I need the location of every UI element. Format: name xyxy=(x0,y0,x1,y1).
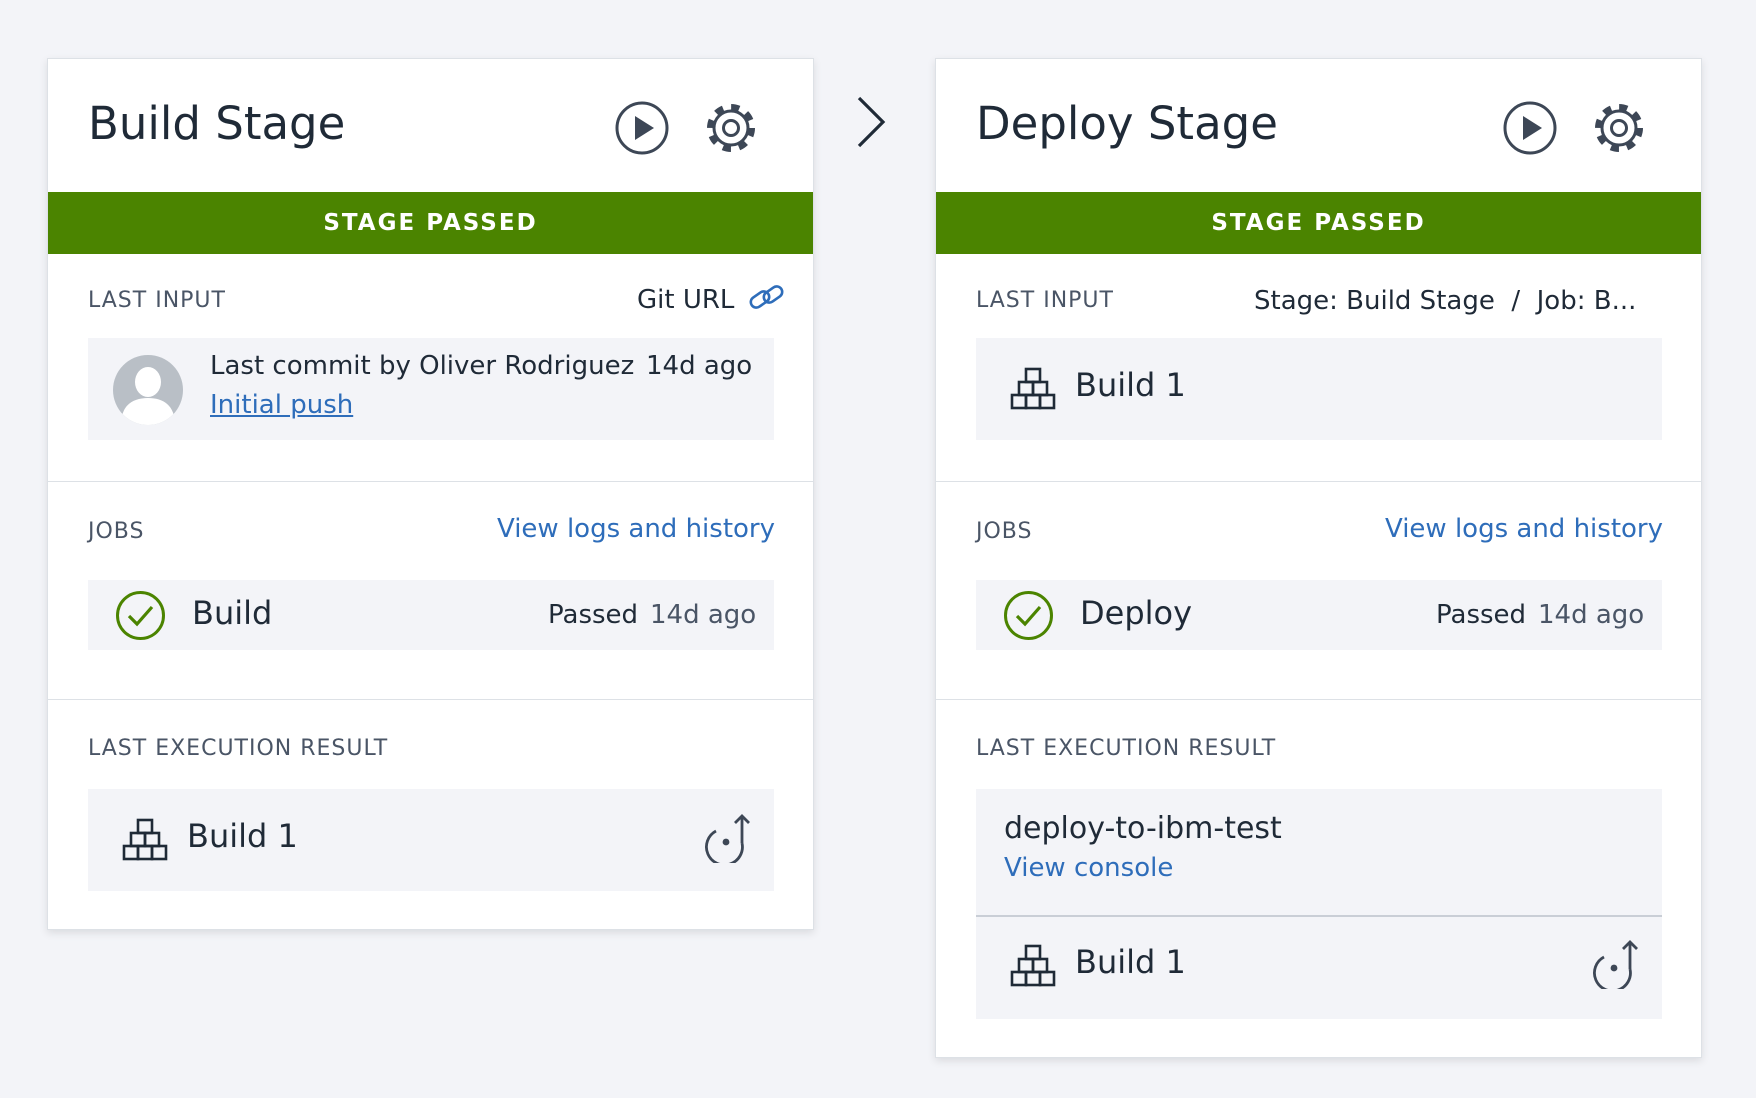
job-row[interactable]: Deploy Passed 14d ago xyxy=(976,580,1662,650)
check-circle-icon xyxy=(116,591,165,640)
last-commit-tile: Last commit by Oliver Rodriguez 14d ago … xyxy=(88,338,774,440)
job-status: Passed xyxy=(548,600,639,630)
job-status: Passed xyxy=(1436,600,1527,630)
last-execution-section: LAST EXECUTION RESULT Build 1 xyxy=(48,700,813,900)
commit-author-text: Last commit by Oliver Rodriguez xyxy=(210,351,635,381)
job-name: Deploy xyxy=(1080,594,1193,632)
stage-status-banner: STAGE PASSED xyxy=(936,192,1701,254)
check-circle-icon xyxy=(1004,591,1053,640)
last-execution-section: LAST EXECUTION RESULT deploy-to-ibm-test… xyxy=(936,700,1701,1030)
job-row[interactable]: Build Passed 14d ago xyxy=(88,580,774,650)
execution-result-tile: Build 1 xyxy=(88,789,774,891)
jobs-label: JOBS xyxy=(88,519,145,544)
link-icon[interactable] xyxy=(746,280,788,316)
last-execution-label: LAST EXECUTION RESULT xyxy=(976,736,1277,761)
stage-status-banner: STAGE PASSED xyxy=(48,192,813,254)
gear-icon[interactable] xyxy=(1590,99,1648,157)
view-console-link[interactable]: View console xyxy=(1004,853,1173,883)
last-input-label: LAST INPUT xyxy=(88,288,226,313)
stacked-boxes-icon xyxy=(122,818,168,861)
last-execution-label: LAST EXECUTION RESULT xyxy=(88,736,389,761)
deploy-stage-title: Deploy Stage xyxy=(976,97,1278,150)
job-name: Build xyxy=(192,594,273,632)
input-source-label: Git URL xyxy=(637,285,735,315)
last-input-label: LAST INPUT xyxy=(976,288,1114,313)
jobs-label: JOBS xyxy=(976,519,1033,544)
stacked-boxes-icon xyxy=(1010,367,1056,410)
redeploy-icon[interactable] xyxy=(1590,937,1642,989)
deploy-stage-header: Deploy Stage xyxy=(936,59,1701,192)
last-input-section: LAST INPUT Stage: Build Stage / Job: B..… xyxy=(936,254,1701,482)
execution-result-tile: deploy-to-ibm-test View console Build 1 xyxy=(976,789,1662,1019)
jobs-section: JOBS View logs and history Build Passed … xyxy=(48,482,813,700)
execution-artifact-name: Build 1 xyxy=(1075,943,1186,981)
build-stage-card: Build Stage STAGE PASSED LAST INPUT Git … xyxy=(47,58,814,930)
play-circle-icon[interactable] xyxy=(1501,99,1559,157)
execution-artifact-name: Build 1 xyxy=(187,817,298,855)
deploy-stage-card: Deploy Stage STAGE PASSED LAST INPUT Sta… xyxy=(935,58,1702,1058)
input-artifact-tile: Build 1 xyxy=(976,338,1662,440)
play-circle-icon[interactable] xyxy=(613,99,671,157)
deployment-name: deploy-to-ibm-test xyxy=(1004,811,1282,846)
user-avatar xyxy=(113,355,183,425)
stacked-boxes-icon xyxy=(1010,944,1056,987)
commit-time: 14d ago xyxy=(646,351,753,381)
commit-message-link[interactable]: Initial push xyxy=(210,390,353,420)
jobs-section: JOBS View logs and history Deploy Passed… xyxy=(936,482,1701,700)
view-logs-link[interactable]: View logs and history xyxy=(497,514,775,544)
last-input-section: LAST INPUT Git URL Last commit by Oliver… xyxy=(48,254,813,482)
gear-icon[interactable] xyxy=(702,99,760,157)
chevron-right-icon xyxy=(857,96,886,148)
input-artifact-name: Build 1 xyxy=(1075,366,1186,404)
view-logs-link[interactable]: View logs and history xyxy=(1385,514,1663,544)
redeploy-icon[interactable] xyxy=(702,811,754,863)
build-stage-header: Build Stage xyxy=(48,59,813,192)
build-stage-title: Build Stage xyxy=(88,97,346,150)
input-source-label[interactable]: Stage: Build Stage / Job: B... xyxy=(1254,286,1636,316)
job-time: 14d ago xyxy=(650,600,757,630)
tile-divider xyxy=(976,915,1662,917)
job-time: 14d ago xyxy=(1538,600,1645,630)
